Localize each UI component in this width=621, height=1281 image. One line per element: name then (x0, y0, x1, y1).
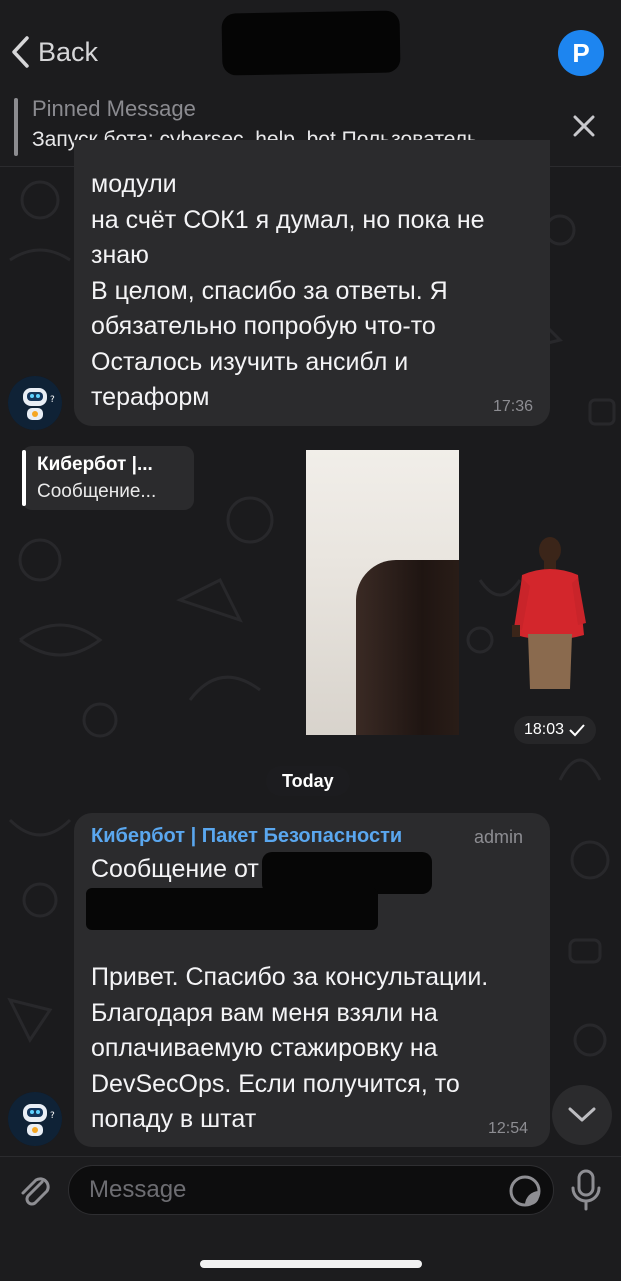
chevron-left-icon (12, 36, 29, 68)
sender-name[interactable]: Кибербот | Пакет Безопасности (91, 825, 402, 848)
sticker-icon[interactable] (508, 1174, 542, 1208)
photo-time-badge: 18:03 (514, 716, 597, 744)
photo-attachment[interactable] (306, 450, 459, 735)
message-text: модули на счёт СОК1 я думал, но пока не … (91, 170, 485, 411)
home-indicator (200, 1260, 422, 1268)
redacted-line (86, 888, 378, 930)
message-time: 12:54 (488, 1120, 529, 1137)
message-text-head: Сообщение от (91, 855, 259, 883)
svg-text:?: ? (50, 395, 55, 405)
robot-icon: ? (8, 376, 62, 430)
svg-text:?: ? (50, 1111, 55, 1121)
admin-badge: admin (474, 827, 524, 847)
back-button[interactable]: Back (10, 30, 98, 74)
scroll-down-button[interactable] (552, 1085, 612, 1145)
back-label: Back (38, 36, 99, 67)
bot-avatar[interactable]: ? (8, 1092, 62, 1146)
message-time: 17:36 (493, 398, 534, 415)
redacted-chat-title (221, 10, 401, 76)
reply-indicator (22, 450, 26, 506)
photo-time: 18:03 (524, 721, 565, 738)
reply-title: Кибербот |... (37, 454, 153, 475)
microphone-icon[interactable] (568, 1168, 604, 1212)
person-sticker[interactable] (500, 530, 600, 730)
message-input[interactable] (68, 1165, 554, 1215)
reply-text: Сообщение... (37, 481, 157, 502)
robot-icon: ? (8, 1092, 62, 1146)
reply-preview[interactable]: Кибербот |... Сообщение... (22, 446, 194, 510)
paperclip-icon[interactable] (14, 1170, 54, 1210)
checkmark-icon (569, 724, 585, 737)
chat-header: Back P (0, 0, 621, 89)
pinned-title: Pinned Message (32, 96, 196, 121)
photo-arm-shape (356, 560, 459, 735)
chevron-down-icon (568, 1107, 596, 1122)
pinned-indicator (14, 98, 18, 156)
chat-avatar[interactable]: P (558, 30, 604, 76)
close-icon[interactable] (570, 112, 598, 140)
message-text: Привет. Спасибо за консультации. Благода… (91, 963, 489, 1133)
bot-avatar[interactable]: ? (8, 376, 62, 430)
date-separator: Today (266, 766, 350, 796)
